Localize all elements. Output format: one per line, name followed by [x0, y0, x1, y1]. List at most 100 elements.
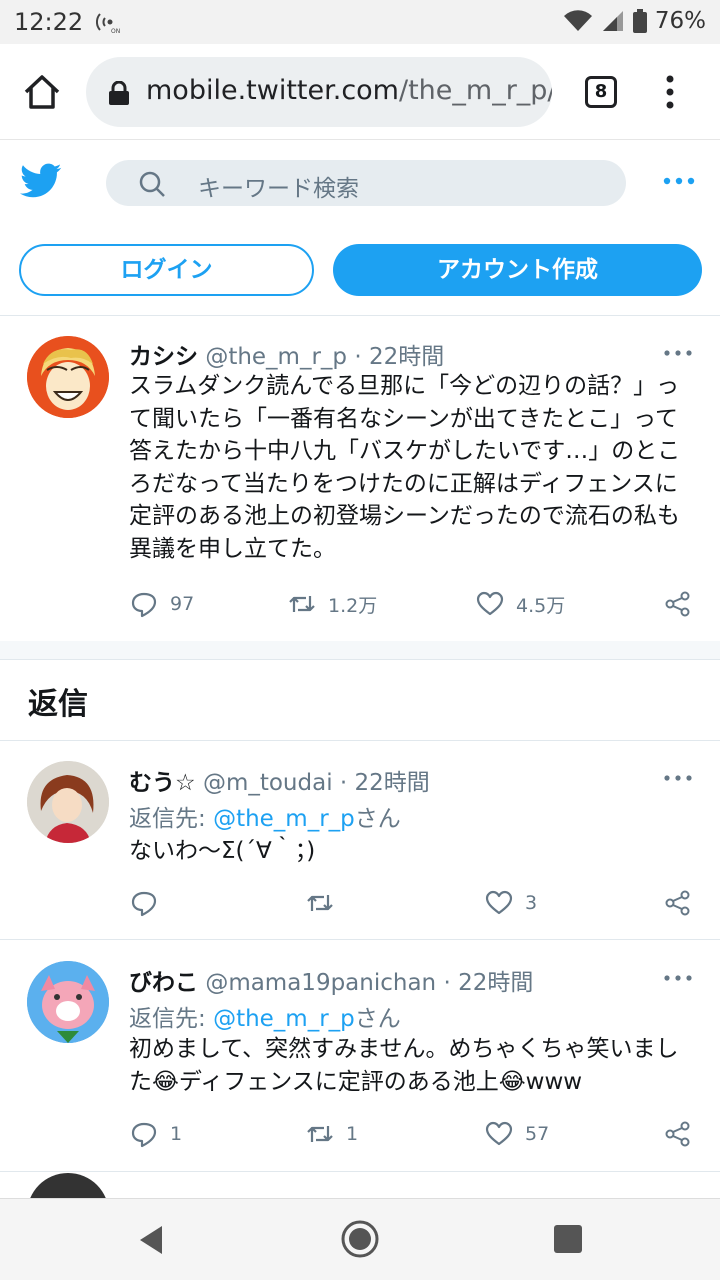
retweet-button[interactable]	[306, 885, 346, 921]
main-tweet[interactable]: カシシ @the_m_r_p · 22時間 スラムダンク読んでる旦那に「今どの辺…	[0, 316, 720, 641]
twitter-header: キーワード検索 ログイン アカウント作成	[0, 141, 720, 316]
reply-to-handle[interactable]: @the_m_r_p	[213, 806, 355, 832]
wifi-icon	[563, 10, 592, 32]
like-count: 57	[525, 1123, 550, 1145]
tweet-actions: 3	[0, 885, 720, 921]
heart-icon	[485, 890, 513, 915]
author-handle-time[interactable]: @mama19panichan · 22時間	[205, 970, 533, 996]
reply-count: 97	[170, 593, 195, 615]
address-bar[interactable]: mobile.twitter.com/the_m_r_p/s	[86, 57, 552, 127]
url-host: mobile.twitter.com	[146, 75, 399, 106]
status-bar: 12:22 ON 76%	[0, 0, 720, 44]
back-icon[interactable]	[136, 1224, 166, 1256]
share-button[interactable]	[664, 885, 692, 921]
like-button[interactable]: 4.5万	[476, 586, 565, 622]
overflow-menu-icon[interactable]	[660, 72, 680, 112]
reply-to-suffix: さん	[354, 1006, 401, 1032]
retweet-icon	[289, 596, 315, 612]
url-path: /the_m_r_p/s	[398, 75, 552, 106]
reply-icon	[131, 891, 157, 917]
tweet-actions: 1 1 57	[0, 1116, 720, 1152]
author-name[interactable]: びわこ	[129, 970, 198, 996]
author-name[interactable]: むう☆	[129, 770, 196, 796]
browser-toolbar: mobile.twitter.com/the_m_r_p/s 8	[0, 44, 720, 140]
replies-title: 返信	[28, 687, 88, 722]
like-count: 4.5万	[516, 594, 566, 617]
svg-text:ON: ON	[111, 28, 120, 34]
heart-icon	[485, 1121, 513, 1146]
reply-count: 1	[170, 1123, 183, 1145]
more-options-icon[interactable]	[662, 169, 696, 193]
heart-icon	[476, 591, 504, 616]
avatar[interactable]	[27, 961, 109, 1043]
login-button[interactable]: ログイン	[19, 244, 314, 296]
reply-to-line: 返信先: @the_m_r_pさん	[129, 999, 401, 1033]
share-icon	[665, 1121, 690, 1147]
retweet-button[interactable]: 1.2万	[288, 586, 377, 622]
share-icon	[665, 890, 690, 916]
tweet-more-icon[interactable]	[664, 772, 692, 784]
battery-level: 76%	[654, 8, 706, 34]
reply-tweet[interactable]: むう☆ @m_toudai · 22時間 返信先: @the_m_r_pさん な…	[0, 741, 720, 940]
signal-icon	[602, 11, 623, 31]
search-placeholder: キーワード検索	[198, 176, 359, 202]
section-divider	[0, 641, 720, 660]
share-button[interactable]	[664, 1116, 692, 1152]
url-text[interactable]: mobile.twitter.com/the_m_r_p/s	[146, 75, 552, 106]
retweet-icon	[307, 895, 333, 911]
battery-icon	[632, 9, 647, 33]
reply-button[interactable]: 1	[130, 1116, 182, 1152]
author-handle-time[interactable]: @m_toudai · 22時間	[203, 770, 430, 796]
reply-tweet[interactable]: びわこ @mama19panichan · 22時間 返信先: @the_m_r…	[0, 941, 720, 1172]
reply-to-line: 返信先: @the_m_r_pさん	[129, 799, 401, 833]
home-icon[interactable]	[22, 72, 62, 112]
reply-to-prefix: 返信先:	[129, 1006, 206, 1032]
lock-icon	[109, 81, 129, 105]
avatar-image	[27, 761, 109, 843]
avatar[interactable]	[27, 336, 109, 418]
hotspot-icon: ON	[96, 13, 120, 34]
share-button[interactable]	[664, 586, 692, 622]
status-time: 12:22	[14, 8, 84, 36]
tweet-more-icon[interactable]	[664, 347, 692, 359]
tweet-text: 初めまして、突然すみません。めちゃくちゃ笑いました😂ディフェンスに定評のある池上…	[129, 1036, 679, 1095]
tweet-text: ないわ〜Σ(´∀｀；)	[129, 838, 316, 864]
share-icon	[665, 591, 690, 617]
search-input[interactable]: キーワード検索	[106, 160, 626, 206]
author-handle-time[interactable]: @the_m_r_p · 22時間	[205, 344, 444, 370]
tweet-text: スラムダンク読んでる旦那に「今どの辺りの話？」って聞いたら「一番有名なシーンが出…	[129, 373, 681, 562]
reply-button[interactable]	[130, 885, 170, 921]
twitter-bird-icon[interactable]	[20, 163, 62, 199]
reply-to-suffix: さん	[354, 806, 401, 832]
system-nav-bar	[0, 1198, 720, 1280]
retweet-count: 1.2万	[328, 594, 378, 617]
retweet-button[interactable]: 1	[306, 1116, 358, 1152]
avatar	[30, 1173, 106, 1198]
avatar-image	[27, 961, 109, 1043]
recent-apps-icon[interactable]	[554, 1225, 582, 1253]
avatar-image	[27, 336, 109, 418]
avatar[interactable]	[27, 761, 109, 843]
reply-button[interactable]: 97	[130, 586, 194, 622]
reply-to-prefix: 返信先:	[129, 806, 206, 832]
reply-icon	[131, 592, 157, 618]
like-button[interactable]: 3	[485, 885, 537, 921]
reply-to-handle[interactable]: @the_m_r_p	[213, 1006, 355, 1032]
tweet-header: カシシ @the_m_r_p · 22時間	[129, 337, 444, 371]
tweet-more-icon[interactable]	[664, 972, 692, 984]
reply-icon	[131, 1122, 157, 1148]
next-reply-preview[interactable]	[0, 1172, 720, 1198]
replies-header: 返信	[0, 661, 720, 741]
like-count: 3	[525, 892, 538, 914]
retweet-icon	[307, 1126, 333, 1142]
retweet-count: 1	[346, 1123, 359, 1145]
tab-switcher-button[interactable]: 8	[585, 76, 617, 108]
tweet-actions: 97 1.2万 4.5万	[0, 586, 720, 622]
like-button[interactable]: 57	[485, 1116, 549, 1152]
author-name[interactable]: カシシ	[129, 344, 198, 370]
tweet-header: むう☆ @m_toudai · 22時間	[129, 763, 430, 797]
tweet-header: びわこ @mama19panichan · 22時間	[129, 963, 533, 997]
signup-button[interactable]: アカウント作成	[333, 244, 702, 296]
home-nav-icon[interactable]	[340, 1219, 380, 1259]
search-icon	[139, 171, 165, 197]
